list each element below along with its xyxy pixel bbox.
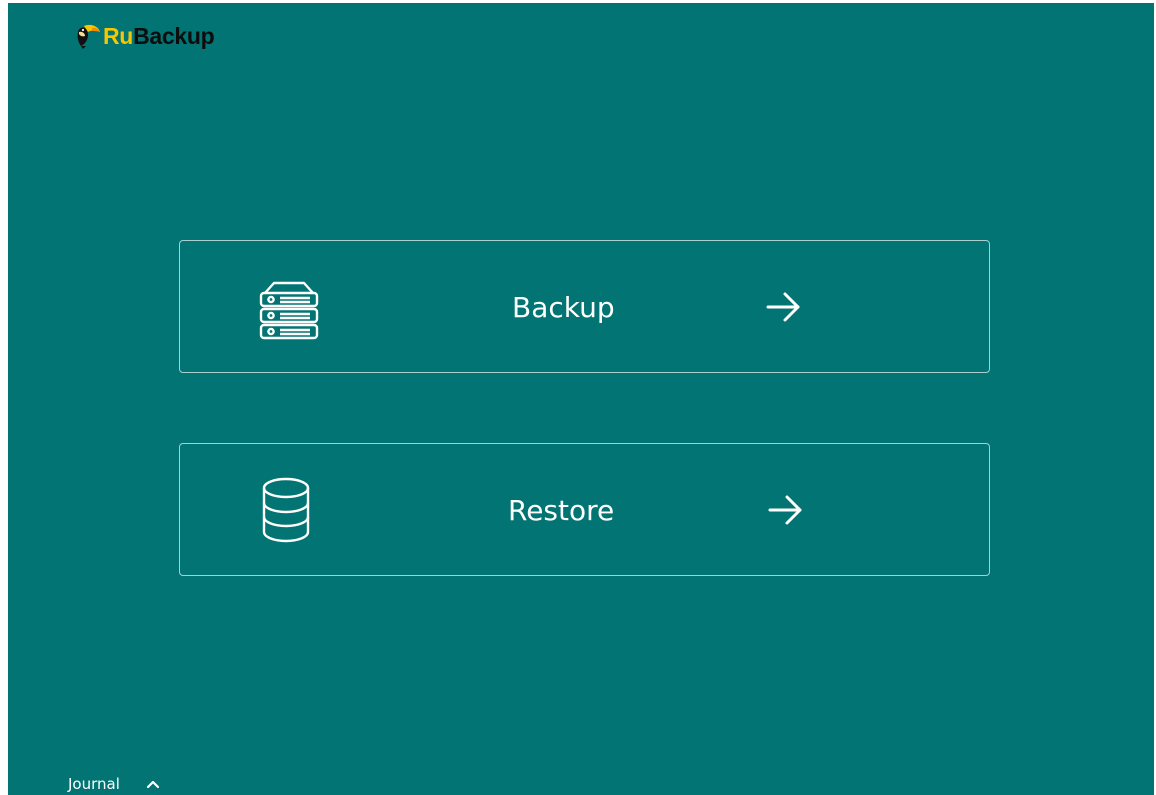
toucan-icon xyxy=(77,24,100,49)
arrow-right-icon xyxy=(768,495,802,524)
brand-logo: RuBackup xyxy=(74,18,215,54)
app-window: RuBackup Backup Restore Journal xyxy=(8,3,1154,795)
brand-name-suffix: Backup xyxy=(133,22,215,49)
server-stack-icon xyxy=(259,281,319,339)
journal-label: Journal xyxy=(68,775,120,793)
arrow-right-icon xyxy=(766,292,800,321)
backup-button[interactable]: Backup xyxy=(179,240,990,373)
brand-name: RuBackup xyxy=(103,22,215,49)
restore-button[interactable]: Restore xyxy=(179,443,990,576)
database-icon xyxy=(262,477,310,542)
backup-label: Backup xyxy=(512,291,615,324)
journal-toggle[interactable]: Journal xyxy=(68,773,160,795)
brand-name-prefix: Ru xyxy=(103,22,134,49)
chevron-up-icon[interactable] xyxy=(146,777,160,791)
restore-label: Restore xyxy=(508,494,615,527)
